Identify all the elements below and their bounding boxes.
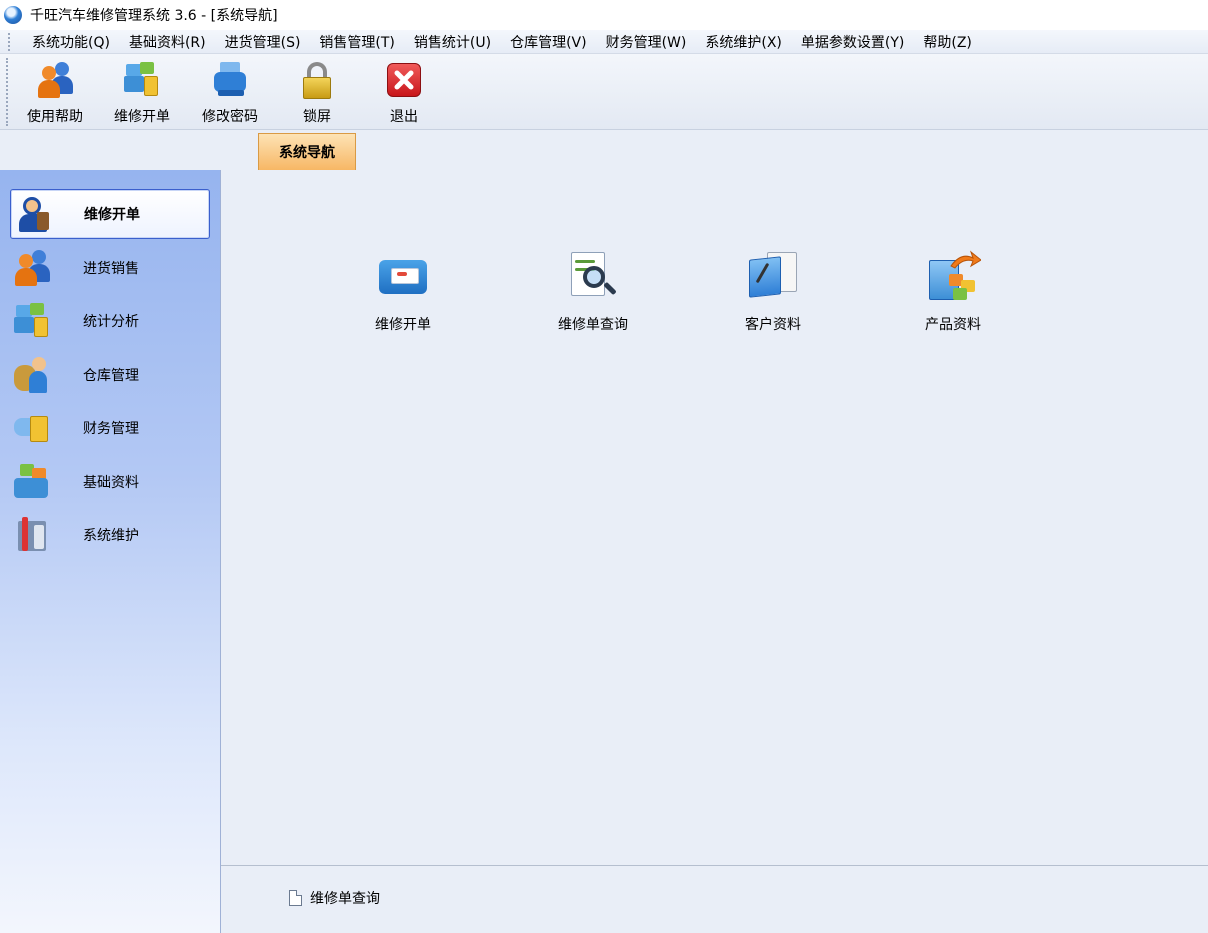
sidebar-item-label: 财务管理 bbox=[83, 421, 139, 437]
menu-help[interactable]: 帮助(Z) bbox=[923, 32, 972, 52]
close-icon bbox=[384, 60, 424, 100]
boxes-icon bbox=[12, 462, 52, 502]
document-icon bbox=[289, 890, 302, 906]
change-password-button[interactable]: 修改密码 bbox=[190, 58, 270, 126]
main-content: 维修开单 维修单查询 客户资料 产品资料 bbox=[221, 170, 1208, 865]
menu-basic-data[interactable]: 基础资料(R) bbox=[129, 32, 206, 52]
sidebar-item-purchase-sales[interactable]: 进货销售 bbox=[10, 243, 210, 293]
boxes-calculator-icon bbox=[122, 60, 162, 100]
customer-info-icon bbox=[745, 248, 801, 304]
title-bar: 千旺汽车维修管理系统 3.6 - [系统导航] bbox=[0, 0, 1208, 30]
repair-order-button-label: 维修开单 bbox=[114, 109, 170, 125]
sidebar-item-label: 进货销售 bbox=[83, 261, 139, 277]
lock-screen-button-label: 锁屏 bbox=[303, 109, 331, 125]
menu-document-settings[interactable]: 单据参数设置(Y) bbox=[801, 32, 904, 52]
sidebar-item-label: 基础资料 bbox=[83, 475, 139, 491]
mechanic-icon bbox=[13, 194, 53, 234]
sidebar-item-label: 维修开单 bbox=[84, 207, 140, 223]
nav-order-search[interactable]: 维修单查询 bbox=[538, 248, 648, 334]
help-button[interactable]: 使用帮助 bbox=[15, 58, 95, 126]
nav-customer-info[interactable]: 客户资料 bbox=[718, 248, 828, 334]
sidebar-item-basic-data[interactable]: 基础资料 bbox=[10, 457, 210, 507]
shortcut-order-search-label: 维修单查询 bbox=[310, 891, 380, 907]
shortcut-panel: 维修单查询 bbox=[221, 865, 1208, 933]
toolbar: 使用帮助 维修开单 修改密码 锁屏 退出 bbox=[0, 54, 1208, 130]
menu-system-functions[interactable]: 系统功能(Q) bbox=[32, 32, 110, 52]
nav-order-search-label: 维修单查询 bbox=[558, 317, 628, 333]
users-help-icon bbox=[35, 60, 75, 100]
menu-warehouse[interactable]: 仓库管理(V) bbox=[510, 32, 587, 52]
exit-button[interactable]: 退出 bbox=[364, 58, 444, 126]
padlock-icon bbox=[297, 60, 337, 100]
sidebar: 维修开单 进货销售 统计分析 仓库管理 财务管理 基础资料 系统维护 bbox=[0, 170, 221, 933]
sidebar-item-system-maintenance[interactable]: 系统维护 bbox=[10, 510, 210, 560]
window-title: 千旺汽车维修管理系统 3.6 - [系统导航] bbox=[30, 8, 278, 24]
boxes-calculator-icon bbox=[12, 301, 52, 341]
tools-icon bbox=[12, 515, 52, 555]
help-button-label: 使用帮助 bbox=[27, 109, 83, 125]
keyboard-icon bbox=[210, 60, 250, 100]
nav-repair-order-label: 维修开单 bbox=[375, 317, 431, 333]
tab-strip: 系统导航 bbox=[0, 130, 1208, 170]
money-bag-person-icon bbox=[12, 355, 52, 395]
app-logo-icon bbox=[4, 6, 22, 24]
tab-system-navigation-label: 系统导航 bbox=[279, 145, 335, 161]
menu-purchase[interactable]: 进货管理(S) bbox=[225, 32, 301, 52]
menu-sales-stats[interactable]: 销售统计(U) bbox=[414, 32, 491, 52]
lock-screen-button[interactable]: 锁屏 bbox=[277, 58, 357, 126]
menu-sales[interactable]: 销售管理(T) bbox=[319, 32, 394, 52]
repair-order-icon bbox=[375, 248, 431, 304]
menu-bar: 系统功能(Q) 基础资料(R) 进货管理(S) 销售管理(T) 销售统计(U) … bbox=[0, 30, 1208, 54]
menu-finance[interactable]: 财务管理(W) bbox=[606, 32, 687, 52]
sidebar-item-statistics[interactable]: 统计分析 bbox=[10, 296, 210, 346]
users-icon bbox=[12, 248, 52, 288]
sidebar-item-label: 系统维护 bbox=[83, 528, 139, 544]
nav-customer-info-label: 客户资料 bbox=[745, 317, 801, 333]
sidebar-item-repair-order[interactable]: 维修开单 bbox=[10, 189, 210, 239]
sidebar-item-finance[interactable]: 财务管理 bbox=[10, 403, 210, 453]
tab-system-navigation[interactable]: 系统导航 bbox=[258, 133, 356, 170]
change-password-button-label: 修改密码 bbox=[202, 109, 258, 125]
nav-product-info-label: 产品资料 bbox=[925, 317, 981, 333]
menu-system-maintenance[interactable]: 系统维护(X) bbox=[705, 32, 782, 52]
sidebar-item-label: 统计分析 bbox=[83, 314, 139, 330]
sidebar-item-label: 仓库管理 bbox=[83, 368, 139, 384]
toolbar-grip[interactable] bbox=[6, 58, 10, 126]
cash-register-icon bbox=[12, 408, 52, 448]
nav-repair-order[interactable]: 维修开单 bbox=[348, 248, 458, 334]
repair-order-button[interactable]: 维修开单 bbox=[102, 58, 182, 126]
sidebar-item-warehouse[interactable]: 仓库管理 bbox=[10, 350, 210, 400]
shortcut-order-search[interactable]: 维修单查询 bbox=[289, 888, 380, 908]
order-search-icon bbox=[565, 248, 621, 304]
nav-product-info[interactable]: 产品资料 bbox=[898, 248, 1008, 334]
exit-button-label: 退出 bbox=[390, 109, 418, 125]
product-info-icon bbox=[925, 248, 981, 304]
menubar-grip[interactable] bbox=[8, 32, 18, 51]
